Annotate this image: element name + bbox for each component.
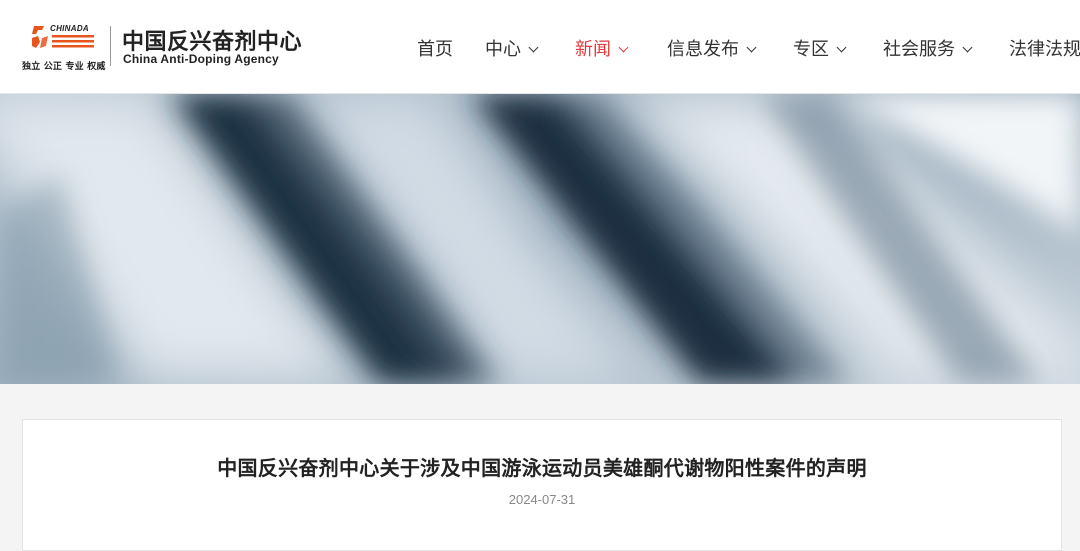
chevron-down-icon	[962, 42, 973, 53]
chevron-down-icon	[836, 42, 847, 53]
chevron-down-icon	[618, 42, 629, 53]
nav-item-special-zone[interactable]: 专区	[793, 35, 847, 61]
article-card: 中国反兴奋剂中心关于涉及中国游泳运动员美雄酮代谢物阳性案件的声明 2024-07…	[22, 419, 1062, 551]
nav-item-label: 信息发布	[667, 39, 739, 60]
site-header: CHINADA 独立 公正 专业 权威 中国反兴奋剂中心 China Anti-…	[0, 0, 1080, 94]
logo-name-en: China Anti-Doping Agency	[123, 52, 279, 66]
nav-item-center[interactable]: 中心	[485, 35, 539, 61]
nav-item-label: 新闻	[575, 39, 611, 60]
hero-banner	[0, 94, 1080, 384]
chinada-emblem: CHINADA 独立 公正 专业 权威	[22, 22, 106, 72]
nav-item-home[interactable]: 首页	[417, 35, 453, 61]
nav-item-label: 法律法规	[1009, 39, 1080, 60]
chevron-down-icon	[528, 42, 539, 53]
site-logo[interactable]: CHINADA 独立 公正 专业 权威 中国反兴奋剂中心 China Anti-…	[22, 22, 312, 72]
nav-item-laws[interactable]: 法律法规	[1009, 35, 1080, 61]
article-date: 2024-07-31	[508, 492, 576, 507]
article-title: 中国反兴奋剂中心关于涉及中国游泳运动员美雄酮代谢物阳性案件的声明	[217, 456, 867, 480]
logo-motto: 独立 公正 专业 权威	[22, 62, 106, 72]
nav-item-info-release[interactable]: 信息发布	[667, 35, 757, 61]
logo-divider	[110, 26, 111, 66]
nav-item-label: 专区	[793, 39, 829, 60]
chevron-down-icon	[746, 42, 757, 53]
chinada-wordmark: CHINADA	[50, 24, 89, 33]
nav-item-social-service[interactable]: 社会服务	[883, 35, 973, 61]
nav-item-label: 中心	[485, 39, 521, 60]
nav-item-label: 社会服务	[883, 39, 955, 60]
nav-item-label: 首页	[417, 39, 453, 60]
nav-item-news[interactable]: 新闻	[575, 35, 629, 61]
content-area: 中国反兴奋剂中心关于涉及中国游泳运动员美雄酮代谢物阳性案件的声明 2024-07…	[0, 384, 1080, 551]
banner-image	[0, 94, 1080, 384]
